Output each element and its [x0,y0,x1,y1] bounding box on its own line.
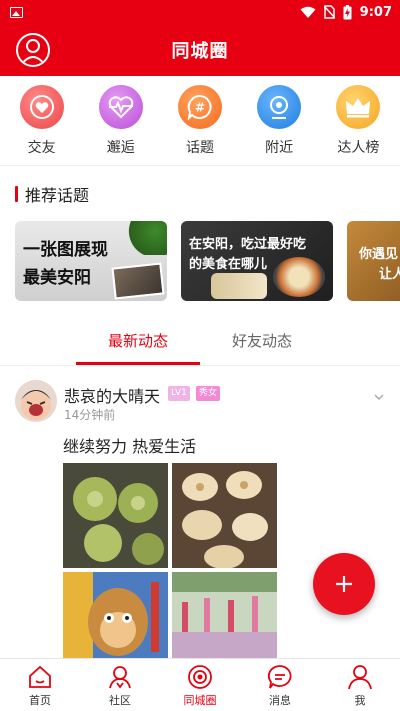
topic-card-foliage [127,221,167,255]
post-text: 继续努力 热爱生活 [63,437,197,456]
nav-label: 同城圈 [183,694,217,707]
quick-entry-encounter[interactable]: 邂逅 [86,84,156,157]
user-avatar-icon[interactable] [16,33,50,67]
section-title-text: 推荐话题 [25,186,90,205]
quick-entry-label: 交友 [27,139,56,156]
quick-entry-label: 达人榜 [337,139,380,156]
nav-label: 社区 [109,694,131,707]
quick-entry-ranking[interactable]: 达人榜 [323,84,393,157]
tab-active-indicator [76,362,200,365]
community-icon [109,666,131,689]
quick-entry-bar: 交友 邂逅 # 话题 附近 达人榜 [0,76,400,166]
tab-latest[interactable]: 最新动态 [108,330,168,351]
nav-profile[interactable]: 我 [320,659,400,711]
crown-icon [336,84,381,129]
quick-entry-topics[interactable]: # 话题 [165,84,235,157]
quick-entry-nearby[interactable]: 附近 [244,84,314,157]
battery-charging-icon [343,4,352,19]
topic-card[interactable]: 一张图展现 最美安阳 [15,221,167,301]
profile-icon [348,665,372,690]
topic-card-food-dish [211,273,267,299]
topic-card[interactable]: 你遇见 让人 [347,221,400,301]
nav-community[interactable]: 社区 [80,659,160,711]
app-header: 同城圈 [0,24,400,76]
status-time: 9:07 [359,4,392,20]
nav-home[interactable]: 首页 [0,659,80,711]
topic-card-title: 你遇见 [359,247,399,262]
nav-label: 我 [354,694,366,707]
nav-label: 首页 [29,694,51,707]
bottom-nav: 首页 社区 同城圈 消息 我 [0,658,400,711]
post-photo[interactable] [172,463,277,568]
topic-card-subtitle: 的美食在哪儿 [189,257,268,272]
topic-card-subtitle: 最美安阳 [23,268,91,288]
quick-entry-label: 附近 [265,139,294,156]
heartbeat-icon [98,84,143,129]
nav-label: 消息 [269,694,291,707]
svg-text:#: # [195,100,205,114]
city-circle-icon [188,665,212,689]
topic-card-food-plate [273,257,325,297]
topic-card-subtitle: 让人 [379,267,400,282]
image-icon [10,6,23,18]
wifi-icon [300,6,316,18]
tab-friends[interactable]: 好友动态 [232,330,292,351]
quick-entry-friends[interactable]: 交友 [7,84,77,157]
create-post-button[interactable] [313,553,375,615]
quick-entry-label: 邂逅 [106,139,135,156]
recommend-section-title: 推荐话题 [15,183,89,205]
topic-carousel[interactable]: 一张图展现 最美安阳 在安阳，吃过最好吃 的美食在哪儿 你遇见 让人 [15,221,400,301]
nearby-camera-icon [257,84,302,129]
home-icon [29,665,51,688]
gender-badge: 秀女 [196,386,221,401]
post-photo[interactable] [63,463,168,568]
section-accent-bar [15,186,18,202]
no-sim-icon [323,5,335,19]
post-avatar[interactable] [15,380,57,422]
hashtag-chat-icon: # [177,84,222,129]
post-user-name[interactable]: 悲哀的大晴天 [64,383,160,407]
chevron-down-icon[interactable] [374,392,384,402]
topic-card-title: 在安阳，吃过最好吃 [189,237,307,252]
topic-card-photo [111,262,165,300]
status-bar: 9:07 [0,0,400,24]
plus-icon [336,576,352,592]
topic-card[interactable]: 在安阳，吃过最好吃 的美食在哪儿 [181,221,333,301]
topic-card-title: 一张图展现 [23,240,108,260]
message-icon [267,665,292,689]
quick-entry-label: 话题 [185,139,214,156]
page-title: 同城圈 [171,41,229,62]
heart-icon [19,84,64,129]
nav-city-circle[interactable]: 同城圈 [160,659,240,711]
level-badge: LV1 [168,386,190,401]
nav-messages[interactable]: 消息 [240,659,320,711]
feed-tabs: 最新动态 好友动态 [0,318,400,366]
post-time: 14分钟前 [64,408,116,422]
